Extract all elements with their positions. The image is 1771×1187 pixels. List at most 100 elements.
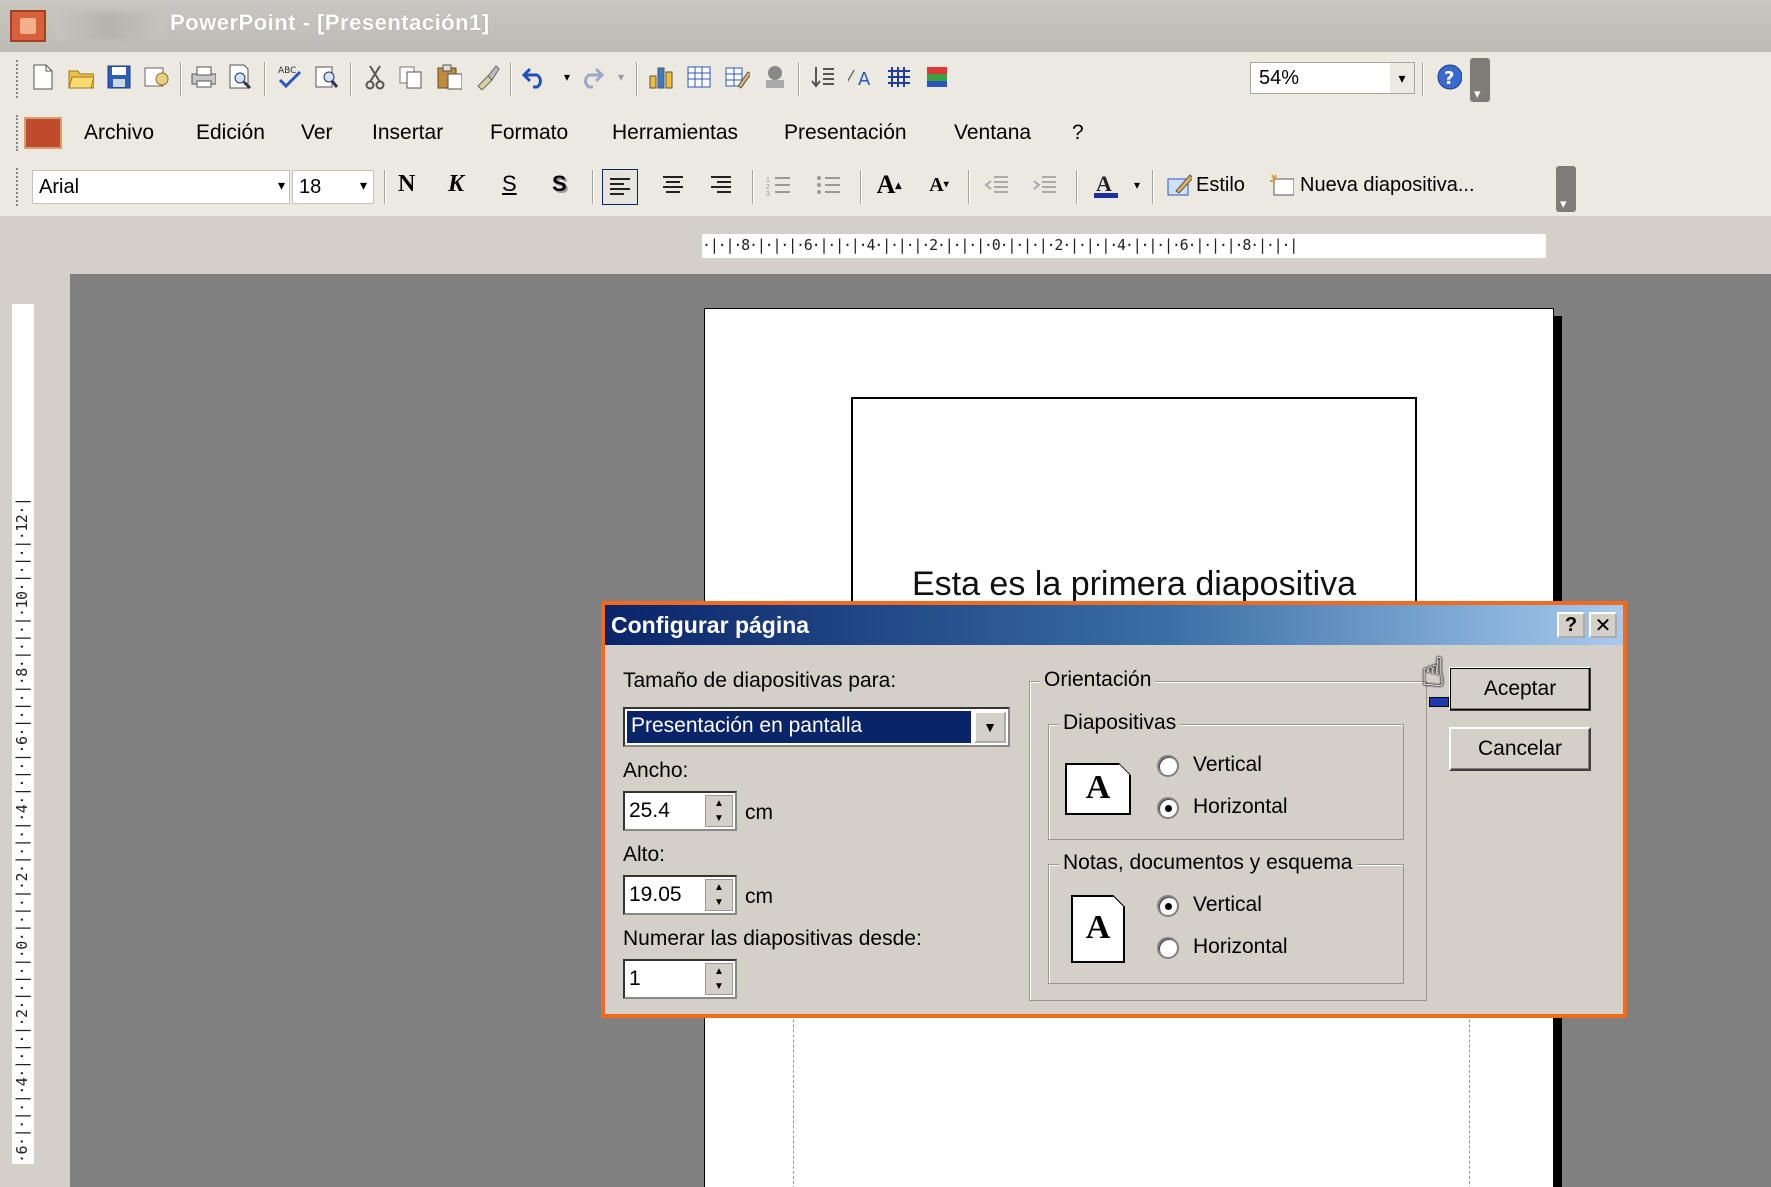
horizontal-ruler[interactable]: ·|·|·8·|·|·|·6·|·|·|·4·|·|·|·2·|·|·|·0·|… <box>702 234 1546 258</box>
menu-ver[interactable]: Ver <box>301 121 333 145</box>
menu-presentacion[interactable]: Presentación <box>784 121 907 145</box>
zoom-combobox[interactable]: 54% ▾ <box>1250 62 1415 94</box>
menu-ventana[interactable]: Ventana <box>954 121 1031 145</box>
slides-vertical-radio[interactable] <box>1157 755 1179 777</box>
slides-vertical-label[interactable]: Vertical <box>1193 753 1262 777</box>
svg-text:?: ? <box>1444 68 1454 89</box>
align-left-icon[interactable] <box>602 169 638 205</box>
toolbar-grip[interactable] <box>16 168 20 206</box>
decrease-font-size-icon[interactable]: A ▾ <box>926 172 952 198</box>
notes-group-label: Notas, documentos y esquema <box>1059 851 1357 875</box>
design-label[interactable]: Estilo <box>1196 174 1245 197</box>
vertical-ruler[interactable]: ·6·|·|·|·4·|·|·|·2·|·|·|·0·|·|·|·2·|·|·|… <box>12 304 34 1164</box>
italic-button[interactable]: K <box>448 171 464 198</box>
toolbar-separator <box>1422 62 1424 96</box>
number-from-spinner-icon[interactable]: ▲ ▼ <box>705 963 733 995</box>
help-icon[interactable]: ? <box>1436 64 1462 90</box>
slides-horizontal-radio[interactable] <box>1157 797 1179 819</box>
height-field[interactable]: 19.05 ▲ ▼ <box>623 875 737 915</box>
undo-dropdown-icon[interactable]: ▾ <box>554 64 580 90</box>
increase-font-size-icon[interactable]: A ▴ <box>876 172 902 198</box>
print-icon[interactable] <box>190 64 216 90</box>
close-button[interactable]: ✕ <box>1589 612 1617 638</box>
design-icon[interactable] <box>1166 172 1192 198</box>
shadow-button[interactable]: S <box>552 171 567 197</box>
open-icon[interactable] <box>68 64 94 90</box>
width-spinner-icon[interactable]: ▲ ▼ <box>705 795 733 827</box>
svg-text:ABC: ABC <box>278 66 296 76</box>
dialog-title-bar[interactable]: Configurar página ? ✕ <box>605 605 1623 645</box>
print-preview-icon[interactable] <box>228 64 254 90</box>
notes-vertical-label[interactable]: Vertical <box>1193 893 1262 917</box>
redo-icon[interactable] <box>578 64 604 90</box>
spelling-icon[interactable]: ABC <box>276 64 302 90</box>
menu-archivo[interactable]: Archivo <box>84 121 154 145</box>
dialog-title: Configurar página <box>611 612 810 638</box>
height-spinner-icon[interactable]: ▲ ▼ <box>705 879 733 911</box>
color-grayscale-icon[interactable] <box>924 64 950 90</box>
toolbar-options-icon[interactable] <box>1556 166 1576 212</box>
grid-icon[interactable] <box>886 64 912 90</box>
title-bar: PowerPoint - [Presentación1] <box>0 0 1771 52</box>
insert-chart-icon[interactable] <box>648 64 674 90</box>
number-from-field[interactable]: 1 ▲ ▼ <box>623 959 737 999</box>
format-painter-icon[interactable] <box>474 64 500 90</box>
expand-all-icon[interactable] <box>810 64 836 90</box>
toolbar-options-icon[interactable] <box>1470 58 1490 102</box>
menu-herramientas[interactable]: Herramientas <box>612 121 738 145</box>
insert-table-icon[interactable] <box>686 64 712 90</box>
width-field[interactable]: 25.4 ▲ ▼ <box>623 791 737 831</box>
slide-size-select[interactable]: Presentación en pantalla ▼ <box>623 707 1010 747</box>
underline-button[interactable]: S <box>502 171 517 197</box>
align-center-icon[interactable] <box>660 172 686 198</box>
font-size-combobox[interactable]: 18 ▾ <box>292 170 374 204</box>
align-right-icon[interactable] <box>708 172 734 198</box>
height-value: 19.05 <box>629 883 682 906</box>
increase-indent-icon[interactable] <box>1032 172 1058 198</box>
menu-help[interactable]: ? <box>1072 121 1084 145</box>
help-button[interactable]: ? <box>1557 612 1585 638</box>
notes-horizontal-radio[interactable] <box>1157 937 1179 959</box>
menubar-grip[interactable] <box>16 115 20 151</box>
width-unit: cm <box>745 801 773 824</box>
ruler-area: ·|·|·8·|·|·|·6·|·|·|·4·|·|·|·2·|·|·|·0·|… <box>0 216 1771 274</box>
new-icon[interactable] <box>30 64 56 90</box>
decrease-indent-icon[interactable] <box>984 172 1010 198</box>
font-color-icon[interactable]: A <box>1092 171 1118 198</box>
permission-icon[interactable] <box>144 64 170 90</box>
svg-text:2: 2 <box>766 184 770 191</box>
bold-button[interactable]: N <box>398 171 415 198</box>
menu-edicion[interactable]: Edición <box>196 121 265 145</box>
menu-formato[interactable]: Formato <box>490 121 568 145</box>
slides-horizontal-label[interactable]: Horizontal <box>1193 795 1288 819</box>
font-color-dropdown-icon[interactable]: ▾ <box>1124 172 1150 198</box>
chevron-down-icon[interactable]: ▾ <box>1390 63 1414 93</box>
chevron-down-icon[interactable]: ▾ <box>278 177 285 194</box>
copy-icon[interactable] <box>398 64 424 90</box>
document-icon[interactable] <box>24 117 62 149</box>
numbering-icon[interactable]: 123 <box>766 172 792 198</box>
cancel-button[interactable]: Cancelar <box>1449 727 1591 771</box>
chevron-down-icon[interactable]: ▼ <box>974 711 1006 743</box>
new-slide-label[interactable]: Nueva diapositiva... <box>1300 174 1475 197</box>
ok-button[interactable]: Aceptar <box>1449 667 1591 711</box>
cut-icon[interactable] <box>362 64 388 90</box>
paste-icon[interactable] <box>436 64 462 90</box>
chevron-down-icon[interactable]: ▾ <box>360 177 367 194</box>
bullets-icon[interactable] <box>816 172 842 198</box>
research-icon[interactable] <box>314 64 340 90</box>
font-name-combobox[interactable]: Arial ▾ <box>32 170 290 204</box>
undo-icon[interactable] <box>522 64 548 90</box>
new-slide-icon[interactable] <box>1268 172 1294 198</box>
slide-size-label: Tamaño de diapositivas para: <box>623 669 897 692</box>
tables-borders-icon[interactable] <box>724 64 750 90</box>
toolbar-grip[interactable] <box>16 60 20 98</box>
redo-dropdown-icon[interactable]: ▾ <box>608 64 634 90</box>
notes-vertical-radio[interactable] <box>1157 895 1179 917</box>
insert-picture-icon[interactable] <box>762 64 788 90</box>
save-icon[interactable] <box>106 64 132 90</box>
menu-insertar[interactable]: Insertar <box>372 121 443 145</box>
powerpoint-app-icon[interactable] <box>10 10 46 42</box>
show-formatting-icon[interactable]: ⁄ A <box>848 64 874 90</box>
notes-horizontal-label[interactable]: Horizontal <box>1193 935 1288 959</box>
